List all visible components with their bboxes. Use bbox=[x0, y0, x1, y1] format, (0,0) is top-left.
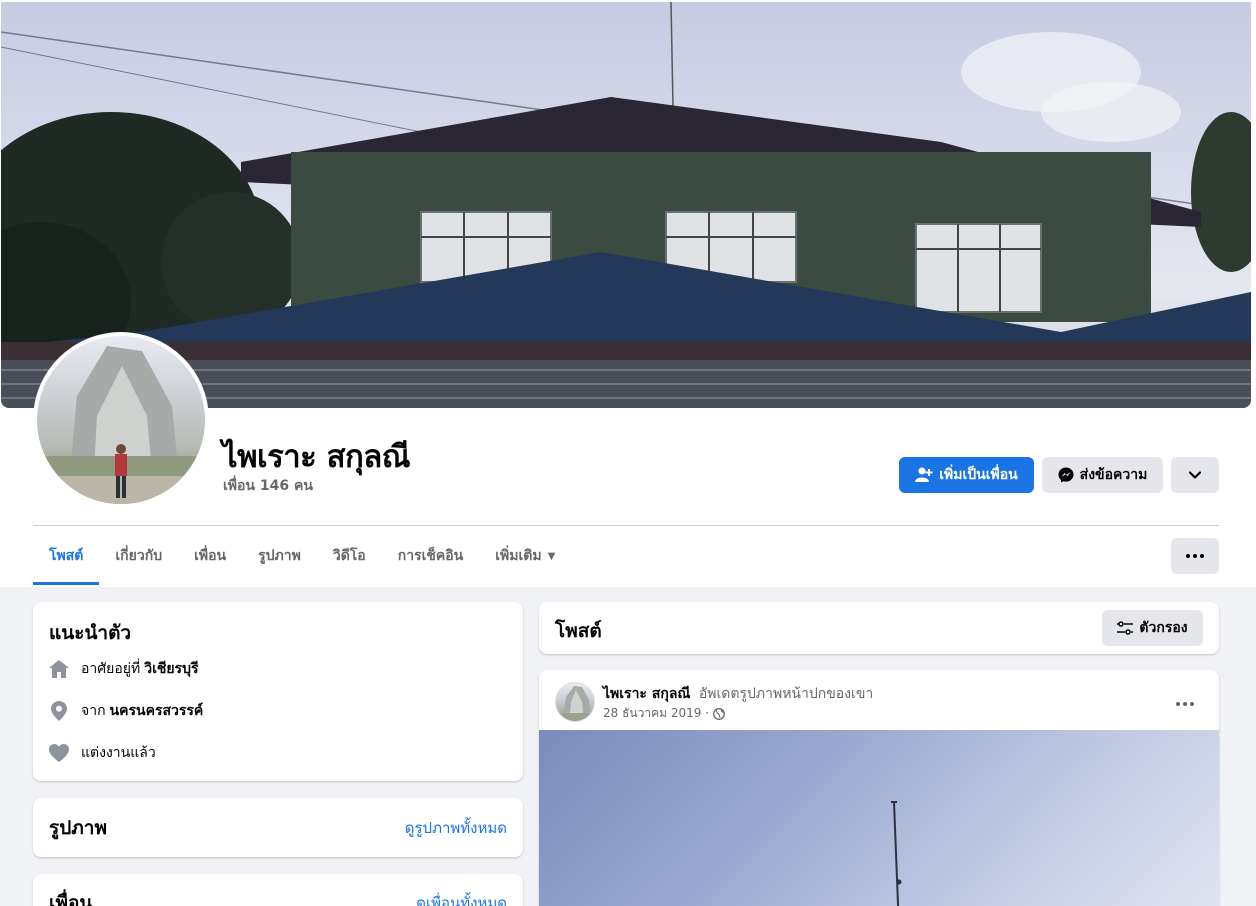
add-friend-icon bbox=[915, 467, 933, 482]
caret-down-icon: ▼ bbox=[547, 550, 556, 562]
posts-header-card: โพสต์ ตัวกรอง bbox=[539, 602, 1219, 654]
chevron-down-icon bbox=[1189, 471, 1201, 479]
post-author-name[interactable]: ไพเราะ สกุลณี bbox=[603, 686, 690, 702]
tab-more-label: เพิ่มเติม bbox=[495, 548, 542, 564]
cover-photo[interactable] bbox=[1, 2, 1251, 408]
post-header: ไพเราะ สกุลณี อัพเดตรูปภาพหน้าปกของเขา bbox=[603, 683, 873, 705]
tab-videos[interactable]: วิดีโอ bbox=[317, 527, 382, 585]
photos-card: รูปภาพ ดูรูปภาพทั้งหมด bbox=[33, 798, 523, 857]
profile-picture bbox=[37, 336, 205, 504]
tab-check-ins[interactable]: การเช็คอิน bbox=[382, 527, 480, 585]
tab-photos[interactable]: รูปภาพ bbox=[242, 527, 317, 585]
lives-place-link[interactable]: วิเชียรบุรี bbox=[144, 658, 198, 680]
profile-tabs: โพสต์ เกี่ยวกับ เพื่อน รูปภาพ วิดีโอ การ… bbox=[33, 527, 571, 585]
messenger-icon bbox=[1058, 467, 1074, 483]
intro-relationship: แต่งงานแล้ว bbox=[49, 742, 156, 764]
ellipsis-icon bbox=[1186, 554, 1204, 558]
intro-lives-in: อาศัยอยู่ที่ วิเชียรบุรี bbox=[49, 658, 198, 680]
tab-more[interactable]: เพิ่มเติม ▼ bbox=[479, 527, 571, 585]
home-icon bbox=[49, 659, 69, 679]
tab-posts[interactable]: โพสต์ bbox=[33, 527, 100, 585]
post-action-text: อัพเดตรูปภาพหน้าปกของเขา bbox=[698, 686, 874, 702]
see-all-friends-link[interactable]: ดูเพื่อนทั้งหมด bbox=[416, 891, 507, 906]
tab-about[interactable]: เกี่ยวกับ bbox=[99, 527, 178, 585]
globe-icon bbox=[713, 707, 725, 720]
post-author-avatar[interactable] bbox=[555, 682, 595, 722]
intro-from: จาก นครนครสวรรค์ bbox=[49, 700, 203, 722]
see-all-photos-link[interactable]: ดูรูปภาพทั้งหมด bbox=[405, 816, 507, 840]
send-message-label: ส่งข้อความ bbox=[1079, 467, 1148, 483]
send-message-button[interactable]: ส่งข้อความ bbox=[1042, 457, 1163, 493]
tab-friends[interactable]: เพื่อน bbox=[178, 527, 242, 585]
post-card: ไพเราะ สกุลณี อัพเดตรูปภาพหน้าปกของเขา 2… bbox=[539, 670, 1219, 906]
cover-photo-image bbox=[1, 2, 1251, 408]
location-pin-icon bbox=[49, 701, 69, 721]
ellipsis-icon bbox=[1176, 702, 1194, 706]
profile-header: ไพเราะ สกุลณี เพื่อน 146 คน เพิ่มเป็นเพื… bbox=[0, 0, 1256, 587]
post-options-button[interactable] bbox=[1167, 686, 1203, 722]
from-prefix: จาก bbox=[81, 703, 106, 719]
filter-label: ตัวกรอง bbox=[1139, 620, 1188, 636]
filter-button[interactable]: ตัวกรอง bbox=[1102, 610, 1203, 646]
add-friend-button[interactable]: เพิ่มเป็นเพื่อน bbox=[899, 457, 1034, 493]
profile-avatar[interactable] bbox=[33, 332, 209, 508]
friend-count[interactable]: เพื่อน 146 คน bbox=[223, 475, 313, 497]
post-date[interactable]: 28 ธันวาคม 2019 · bbox=[603, 704, 709, 723]
profile-name: ไพเราะ สกุลณี bbox=[222, 439, 411, 475]
posts-title: โพสต์ bbox=[555, 620, 602, 642]
header-divider bbox=[33, 525, 1219, 526]
friends-card: เพื่อน ดูเพื่อนทั้งหมด bbox=[33, 874, 523, 906]
post-photo[interactable] bbox=[539, 730, 1219, 906]
tab-more-options-button[interactable] bbox=[1171, 538, 1219, 574]
intro-title: แนะนำตัว bbox=[49, 622, 132, 644]
add-friend-label: เพิ่มเป็นเพื่อน bbox=[939, 467, 1018, 483]
friends-title: เพื่อน bbox=[49, 892, 93, 906]
post-meta: 28 ธันวาคม 2019 · bbox=[603, 704, 725, 723]
filter-icon bbox=[1117, 621, 1134, 635]
relationship-status: แต่งงานแล้ว bbox=[81, 745, 156, 761]
from-place-link[interactable]: นครนครสวรรค์ bbox=[110, 700, 204, 722]
photos-title: รูปภาพ bbox=[49, 817, 107, 839]
intro-card: แนะนำตัว อาศัยอยู่ที่ วิเชียรบุรี จาก นค… bbox=[33, 602, 523, 781]
lives-prefix: อาศัยอยู่ที่ bbox=[81, 661, 141, 677]
heart-icon bbox=[49, 743, 69, 763]
more-options-button[interactable] bbox=[1171, 457, 1219, 493]
